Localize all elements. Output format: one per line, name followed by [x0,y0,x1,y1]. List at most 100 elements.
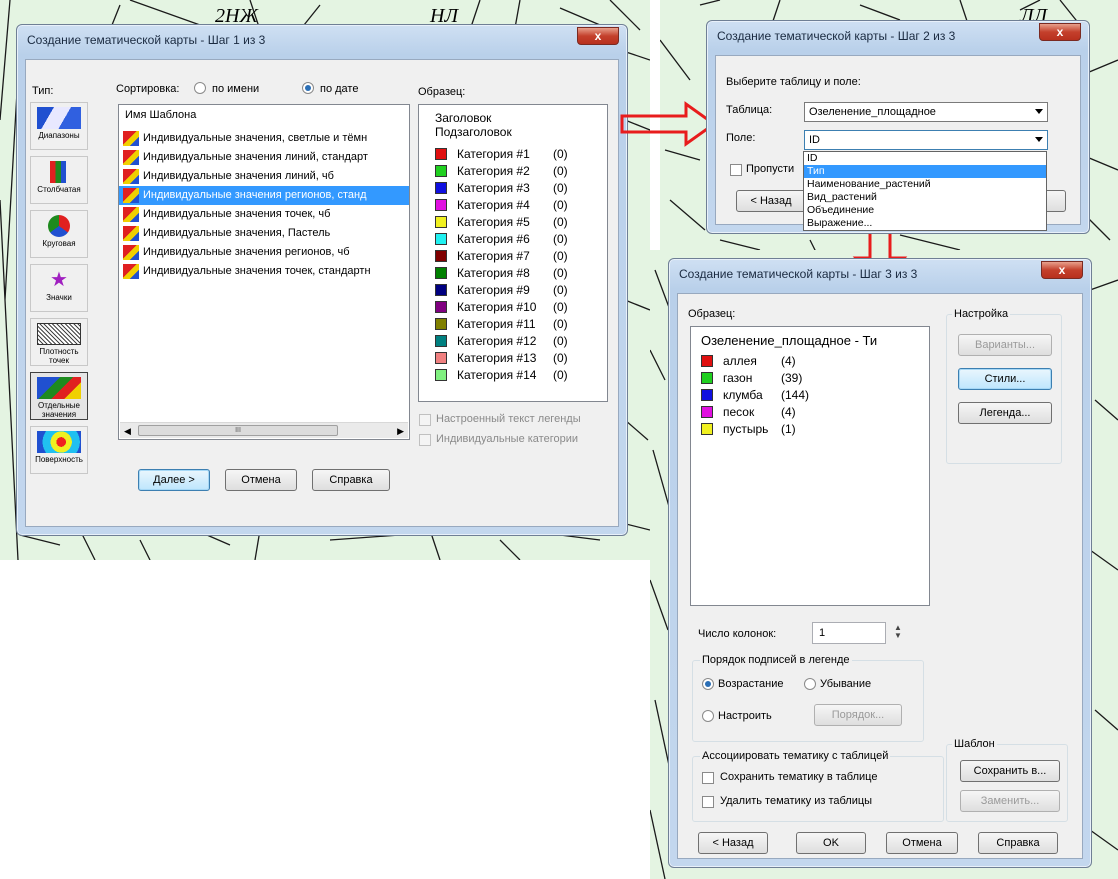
sample-category-label: Категория #14 [457,368,537,382]
dialog3-title: Создание тематической карты - Шаг 3 из 3 [679,267,918,281]
scroll-thumb[interactable]: III [138,425,338,436]
field-select[interactable]: ID [804,130,1048,150]
order-button[interactable]: Порядок... [814,704,902,726]
dialog1-client-area: Тип: Сортировка: по имени по дате Диапаз… [25,59,619,527]
field-option[interactable]: Объединение [804,204,1046,217]
sample-category-row: Категория #13 (0) [435,351,607,368]
sort-by-name-radio[interactable] [194,82,206,94]
dialog3-client-area: Образец: Озеленение_площадное - Ти аллея… [677,293,1083,859]
dialog2-titlebar[interactable]: Создание тематической карты - Шаг 2 из 3… [707,21,1089,51]
dialog1-title: Создание тематической карты - Шаг 1 из 3 [27,33,266,47]
type-dot-density-button[interactable]: Плотность точек [30,318,88,366]
dialog2-close-button[interactable]: x [1039,23,1081,41]
back-button[interactable]: < Назад [736,190,806,212]
field-select-value: ID [809,134,820,146]
type-symbols-button[interactable]: ★ Значки [30,264,88,312]
scroll-left-arrow[interactable]: ◀ [124,426,131,437]
color-swatch [435,182,447,194]
order-descending-radio[interactable] [804,678,816,690]
field-option[interactable]: Выражение... [804,217,1046,230]
horizontal-scrollbar[interactable]: ◀ III ▶ [120,422,408,438]
template-list-item-label: Индивидуальные значения регионов, станд [143,189,367,201]
legend-item-count: (4) [781,405,796,419]
template-list[interactable]: Имя Шаблона Индивидуальные значения, све… [118,104,410,440]
legend-item: пустырь (1) [701,422,929,439]
ok-button[interactable]: OK [796,832,866,854]
legend-item: клумба (144) [701,388,929,405]
order-descending-label[interactable]: Убывание [820,678,871,690]
legend-preview: Озеленение_площадное - Ти аллея (4) газон (… [690,326,930,606]
type-pie-chart-button[interactable]: Круговая [30,210,88,258]
save-in-table-checkbox[interactable] [702,772,714,784]
help-button[interactable]: Справка [312,469,390,491]
next-button[interactable]: Далее > [138,469,210,491]
type-bar-chart-button[interactable]: Столбчатая [30,156,88,204]
template-list-item[interactable]: Индивидуальные значения линий, стандарт [119,148,409,167]
type-surface-button[interactable]: Поверхность [30,426,88,474]
sample-category-count: (0) [553,317,568,331]
template-list-item[interactable]: Индивидуальные значения, светлые и тёмн [119,129,409,148]
dialog1-titlebar[interactable]: Создание тематической карты - Шаг 1 из 3… [17,25,627,55]
field-option[interactable]: Вид_растений [804,191,1046,204]
template-list-item[interactable]: Индивидуальные значения регионов, чб [119,243,409,262]
sort-by-date-radio[interactable] [302,82,314,94]
legend-button[interactable]: Легенда... [958,402,1052,424]
cancel-button[interactable]: Отмена [886,832,958,854]
template-list-item-label: Индивидуальные значения, светлые и тёмн [143,132,368,144]
template-list-item[interactable]: Индивидуальные значения точек, стандартн [119,262,409,281]
color-swatch [435,267,447,279]
type-label: Тип: [32,85,54,97]
order-custom-label[interactable]: Настроить [718,710,772,722]
type-label-symbols: Значки [46,293,72,302]
table-label: Таблица: [726,104,773,116]
custom-legend-text-checkbox[interactable] [419,414,431,426]
field-dropdown-list[interactable]: ID Тип Наименование_растений Вид_растений Об… [803,151,1047,231]
template-list-item[interactable]: Индивидуальные значения регионов, станд [119,186,409,205]
table-select[interactable]: Озеленение_площадное [804,102,1048,122]
field-option[interactable]: Наименование_растений [804,178,1046,191]
columns-input[interactable]: 1 [812,622,886,644]
type-individual-values-button[interactable]: Отдельные значения [30,372,88,420]
columns-spinner[interactable]: ▲ ▼ [894,624,902,640]
sample-category-count: (0) [553,232,568,246]
sample-category-row: Категория #6 (0) [435,232,607,249]
field-option[interactable]: Тип [804,165,1046,178]
template-list-item[interactable]: Индивидуальные значения линий, чб [119,167,409,186]
dialog2-title: Создание тематической карты - Шаг 2 из 3 [717,29,956,43]
template-list-item[interactable]: Индивидуальные значения, Пастель [119,224,409,243]
color-swatch [435,199,447,211]
replace-button[interactable]: Заменить... [960,790,1060,812]
order-ascending-radio[interactable] [702,678,714,690]
sample-category-count: (0) [553,266,568,280]
cancel-button[interactable]: Отмена [225,469,297,491]
individual-categories-checkbox[interactable] [419,434,431,446]
help-button[interactable]: Справка [978,832,1058,854]
type-ranges-button[interactable]: Диапазоны [30,102,88,150]
columns-label: Число колонок: [698,628,777,640]
template-list-item-label: Индивидуальные значения линий, чб [143,170,334,182]
legend-item-count: (1) [781,422,796,436]
dialog3-close-button[interactable]: x [1041,261,1083,279]
template-list-item[interactable]: Индивидуальные значения точек, чб [119,205,409,224]
sort-by-name-label[interactable]: по имени [212,83,259,95]
surface-icon [37,431,81,453]
sort-by-date-label[interactable]: по дате [320,83,358,95]
dialog3-titlebar[interactable]: Создание тематической карты - Шаг 3 из 3… [669,259,1091,289]
order-ascending-label[interactable]: Возрастание [718,678,783,690]
ranges-icon [37,107,81,129]
dialog1-close-button[interactable]: x [577,27,619,45]
save-to-button[interactable]: Сохранить в... [960,760,1060,782]
back-button[interactable]: < Назад [698,832,768,854]
scroll-right-arrow[interactable]: ▶ [397,426,404,437]
remove-from-table-checkbox[interactable] [702,796,714,808]
skip-checkbox[interactable] [730,164,742,176]
styles-button[interactable]: Стили... [958,368,1052,390]
type-label-pie: Круговая [42,239,76,248]
field-option[interactable]: ID [804,152,1046,165]
thematic-wizard-step2-dialog: Создание тематической карты - Шаг 2 из 3… [706,20,1090,234]
color-swatch [701,423,713,435]
order-custom-radio[interactable] [702,710,714,722]
template-label: Шаблон [952,738,997,750]
variants-button[interactable]: Варианты... [958,334,1052,356]
type-label-individual: Отдельные значения [38,401,80,419]
